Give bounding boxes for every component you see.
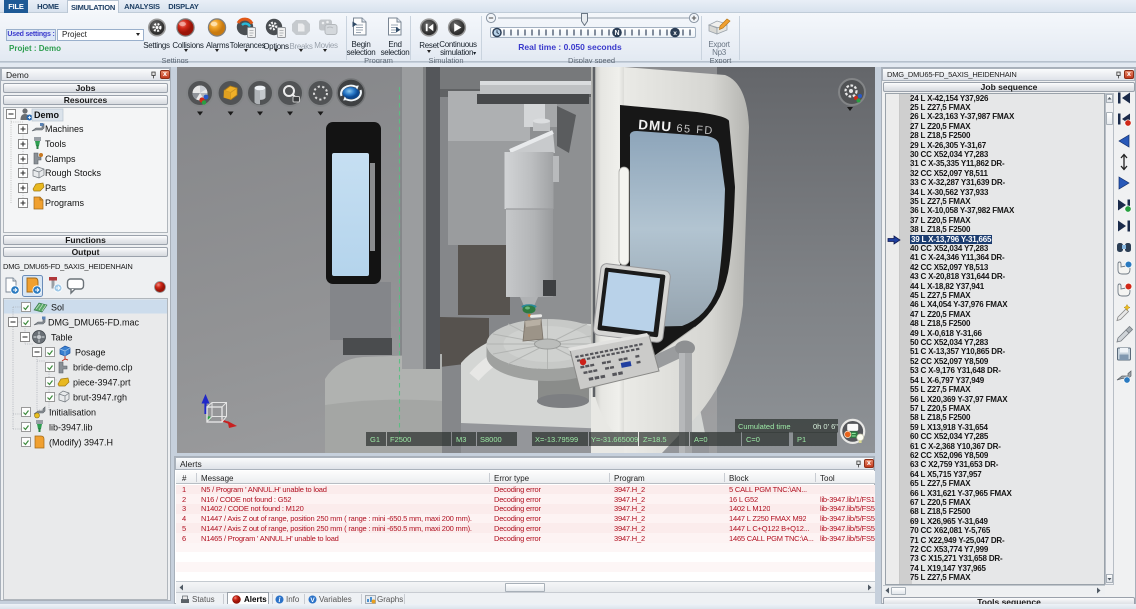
svg-text:bride-demo.clp: bride-demo.clp <box>73 363 133 373</box>
svg-text:Posage: Posage <box>75 348 106 358</box>
svg-text:Table: Table <box>51 333 73 343</box>
svg-text:Parts: Parts <box>45 183 67 193</box>
svg-text:A=0: A=0 <box>694 435 708 444</box>
svg-text:lib-3947.lib: lib-3947.lib <box>49 423 93 433</box>
svg-text:V: V <box>310 597 315 604</box>
svg-text:0h 0' 6": 0h 0' 6" <box>813 422 838 431</box>
svg-text:C=0: C=0 <box>746 435 760 444</box>
svg-text:DMG_DMU65-FD.mac: DMG_DMU65-FD.mac <box>48 318 140 328</box>
svg-text:Programs: Programs <box>45 198 85 208</box>
svg-text:Clamps: Clamps <box>45 154 76 164</box>
svg-text:Rough Stocks: Rough Stocks <box>45 168 102 178</box>
svg-text:N: N <box>614 30 619 37</box>
svg-text:S8000: S8000 <box>480 435 502 444</box>
svg-text:brut-3947.rgh: brut-3947.rgh <box>73 393 127 403</box>
svg-text:(Modify) 3947.H: (Modify) 3947.H <box>49 438 113 448</box>
svg-text:Tools: Tools <box>45 139 67 149</box>
svg-text:Demo: Demo <box>34 110 60 120</box>
svg-text:piece-3947.prt: piece-3947.prt <box>73 378 131 388</box>
svg-text:G1: G1 <box>370 435 380 444</box>
svg-text:x: x <box>673 29 677 36</box>
svg-text:F2500: F2500 <box>390 435 411 444</box>
svg-text:X=-13.79599: X=-13.79599 <box>535 435 578 444</box>
svg-text:M3: M3 <box>456 435 466 444</box>
svg-text:i: i <box>279 596 281 604</box>
svg-text:Machines: Machines <box>45 124 84 134</box>
svg-text:Y=-31.665009: Y=-31.665009 <box>591 435 638 444</box>
svg-text:P1: P1 <box>797 435 806 444</box>
svg-text:Sol: Sol <box>51 303 64 313</box>
svg-text:Initialisation: Initialisation <box>49 408 96 418</box>
svg-text:Cumulated time: Cumulated time <box>738 422 791 431</box>
svg-text:Z=18.5: Z=18.5 <box>643 435 667 444</box>
